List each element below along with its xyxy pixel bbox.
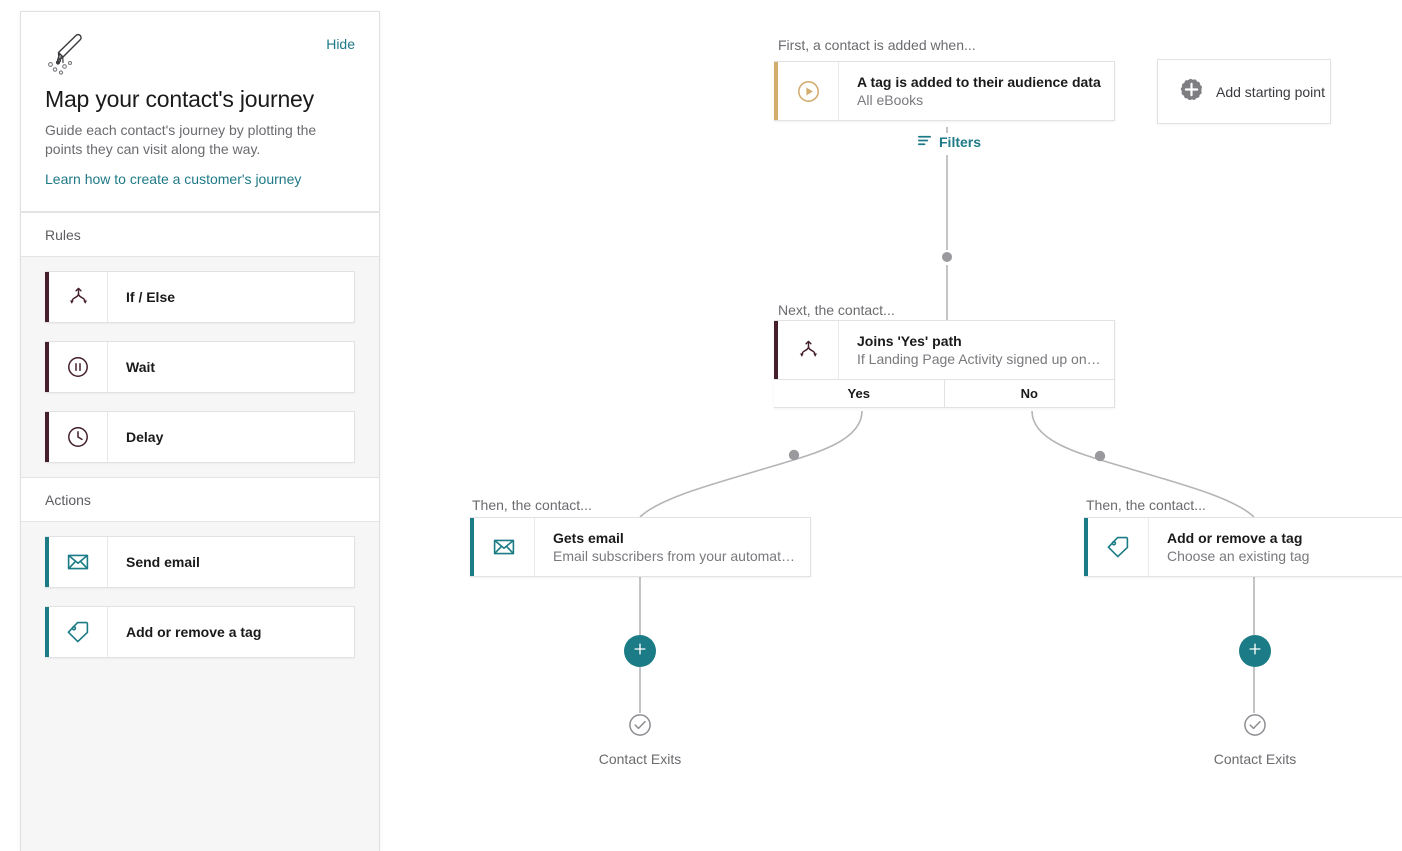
pencil-sparkle-icon: [45, 32, 89, 80]
palette-item-send-email[interactable]: Send email: [45, 536, 355, 588]
caption-then-right: Then, the contact...: [1086, 497, 1206, 513]
node-title: Joins 'Yes' path: [857, 332, 1102, 350]
branch-yes[interactable]: Yes: [774, 380, 944, 407]
node-subtitle: All eBooks: [857, 91, 1101, 110]
section-heading-rules: Rules: [21, 212, 379, 257]
caption-first: First, a contact is added when...: [778, 37, 976, 53]
add-starting-point-button[interactable]: Add starting point: [1157, 59, 1331, 124]
plus-icon: [631, 640, 649, 663]
check-circle-icon: [1242, 712, 1268, 743]
rules-palette: If / Else Wait Delay: [21, 257, 379, 477]
palette-item-add-remove-tag[interactable]: Add or remove a tag: [45, 606, 355, 658]
add-starting-point-label: Add starting point: [1216, 84, 1325, 100]
palette-item-label: If / Else: [108, 272, 175, 322]
envelope-icon: [49, 537, 108, 587]
node-title: Gets email: [553, 529, 798, 547]
contact-exit-label: Contact Exits: [1214, 751, 1296, 767]
branch-no[interactable]: No: [944, 380, 1115, 407]
contact-exit-right: Contact Exits: [1205, 712, 1305, 767]
pause-circle-icon: [49, 342, 108, 392]
branch-icon: [49, 272, 108, 322]
clock-icon: [49, 412, 108, 462]
contact-exit-label: Contact Exits: [599, 751, 681, 767]
page-title: Map your contact's journey: [45, 86, 355, 113]
hide-panel-link[interactable]: Hide: [326, 36, 355, 52]
add-step-button-right[interactable]: [1239, 635, 1271, 667]
node-subtitle: If Landing Page Activity signed up on H.…: [857, 350, 1102, 369]
plus-circle-dashed-icon: [1179, 77, 1204, 107]
palette-item-if-else[interactable]: If / Else: [45, 271, 355, 323]
palette-item-label: Add or remove a tag: [108, 607, 261, 657]
palette-item-delay[interactable]: Delay: [45, 411, 355, 463]
tag-icon: [49, 607, 108, 657]
add-remove-tag-node[interactable]: Add or remove a tag Choose an existing t…: [1084, 517, 1402, 577]
contact-exit-left: Contact Exits: [590, 712, 690, 767]
node-subtitle: Email subscribers from your automation .…: [553, 547, 798, 566]
panel-description: Guide each contact's journey by plotting…: [45, 121, 335, 159]
node-subtitle: Choose an existing tag: [1167, 547, 1309, 566]
palette-item-label: Send email: [108, 537, 200, 587]
palette-item-label: Wait: [108, 342, 155, 392]
learn-journey-link[interactable]: Learn how to create a customer's journey: [45, 171, 301, 187]
tag-icon: [1088, 518, 1149, 576]
section-heading-actions: Actions: [21, 477, 379, 522]
check-circle-icon: [627, 712, 653, 743]
sidebar-intro-panel: Hide: [21, 12, 379, 212]
add-step-button-left[interactable]: [624, 635, 656, 667]
node-title: Add or remove a tag: [1167, 529, 1309, 547]
decision-node[interactable]: Joins 'Yes' path If Landing Page Activit…: [774, 320, 1115, 408]
gets-email-node[interactable]: Gets email Email subscribers from your a…: [470, 517, 811, 577]
filter-icon: [917, 133, 932, 151]
filters-label: Filters: [939, 134, 981, 150]
plus-icon: [1246, 640, 1264, 663]
palette-item-wait[interactable]: Wait: [45, 341, 355, 393]
caption-then-left: Then, the contact...: [472, 497, 592, 513]
decision-branches: Yes No: [774, 379, 1114, 407]
actions-palette: Send email Add or remove a tag: [21, 522, 379, 672]
node-title: A tag is added to their audience data: [857, 73, 1101, 91]
trigger-node[interactable]: A tag is added to their audience data Al…: [774, 61, 1115, 121]
palette-item-label: Delay: [108, 412, 163, 462]
journey-canvas[interactable]: First, a contact is added when... Next, …: [380, 0, 1402, 851]
filters-button[interactable]: Filters: [917, 133, 981, 151]
play-circle-icon: [778, 62, 839, 120]
branch-icon: [778, 321, 839, 379]
journey-sidebar: Hide: [20, 11, 380, 851]
envelope-icon: [474, 518, 535, 576]
caption-next: Next, the contact...: [778, 302, 895, 318]
